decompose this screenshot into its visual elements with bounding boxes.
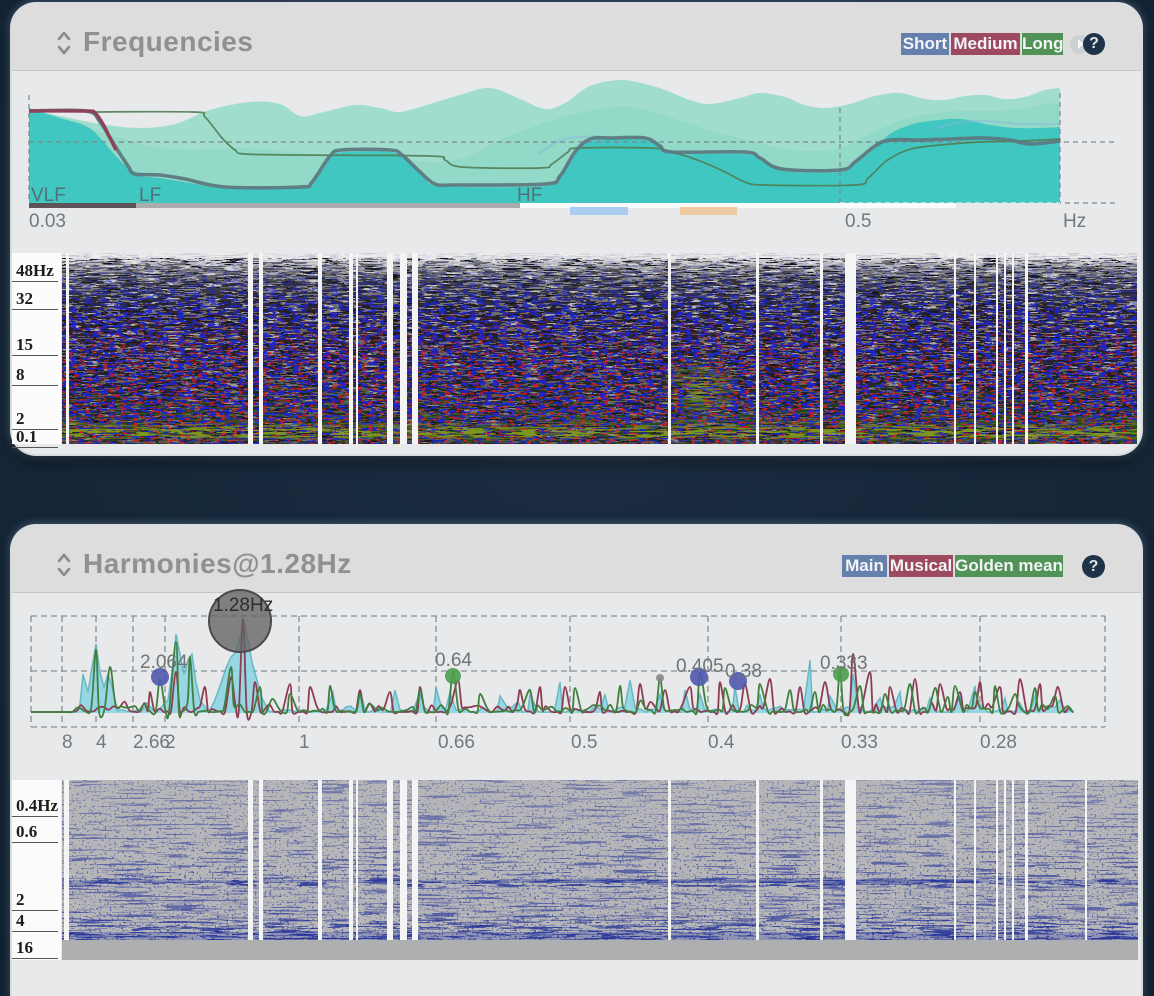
svg-text:0.38: 0.38 — [725, 661, 762, 682]
svg-text:0.5: 0.5 — [845, 211, 871, 232]
svg-text:4: 4 — [96, 732, 107, 753]
svg-text:2: 2 — [165, 732, 176, 753]
svg-text:1: 1 — [299, 732, 310, 753]
svg-text:2.064: 2.064 — [140, 652, 188, 673]
svg-text:0.66: 0.66 — [438, 732, 475, 753]
svg-text:0.405: 0.405 — [676, 656, 724, 677]
svg-text:0.5: 0.5 — [571, 732, 597, 753]
svg-text:0.03: 0.03 — [29, 211, 66, 232]
svg-text:0.64: 0.64 — [435, 650, 472, 671]
svg-text:Hz: Hz — [1063, 211, 1086, 232]
svg-text:HF: HF — [517, 185, 542, 206]
svg-text:1.28Hz: 1.28Hz — [213, 595, 273, 616]
svg-text:VLF: VLF — [31, 185, 66, 206]
svg-text:0.333: 0.333 — [820, 653, 868, 674]
svg-text:LF: LF — [139, 185, 161, 206]
svg-text:8: 8 — [62, 732, 73, 753]
svg-text:0.4: 0.4 — [708, 732, 735, 753]
svg-text:0.33: 0.33 — [841, 732, 878, 753]
svg-text:0.28: 0.28 — [980, 732, 1017, 753]
